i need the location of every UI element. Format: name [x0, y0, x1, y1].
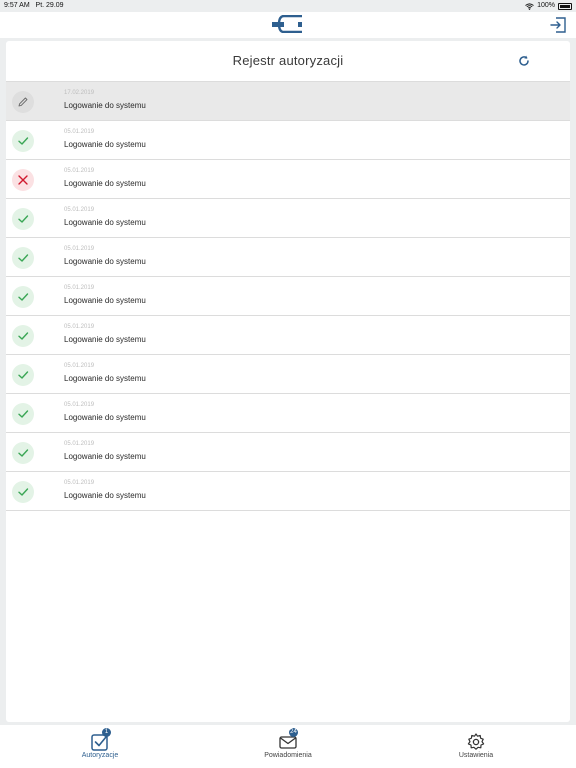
tab-ustawienia-label: Ustawienia	[458, 752, 494, 759]
item-date: 05.01.2019	[64, 246, 95, 252]
list-item[interactable]: 05.01.2019 Logowanie do systemu	[6, 160, 570, 199]
logout-icon[interactable]	[549, 16, 567, 34]
item-date: 05.01.2019	[64, 285, 95, 291]
tab-autoryzacje-label: Autoryzacje	[81, 752, 119, 759]
item-title: Logowanie do systemu	[64, 452, 146, 461]
check-icon	[12, 481, 34, 503]
item-title: Logowanie do systemu	[64, 296, 146, 305]
item-title: Logowanie do systemu	[64, 335, 146, 344]
check-icon	[12, 130, 34, 152]
list-item[interactable]: 05.01.2019 Logowanie do systemu	[6, 238, 570, 277]
pencil-icon	[12, 91, 34, 113]
item-date: 05.01.2019	[64, 207, 95, 213]
list-item[interactable]: 05.01.2019 Logowanie do systemu	[6, 355, 570, 394]
check-icon	[12, 364, 34, 386]
item-title: Logowanie do systemu	[64, 374, 146, 383]
item-date: 17.02.2019	[64, 90, 95, 96]
check-icon	[12, 325, 34, 347]
check-icon	[12, 403, 34, 425]
tab-powiadomienia-label: Powiadomienia	[264, 752, 312, 759]
item-title: Logowanie do systemu	[64, 491, 146, 500]
status-date: Pt. 29.09	[35, 2, 64, 9]
status-time-date: 9:57 AM Pt. 29.09	[4, 0, 64, 12]
list-item[interactable]: 05.01.2019 Logowanie do systemu	[6, 277, 570, 316]
list-item[interactable]: 05.01.2019 Logowanie do systemu	[6, 433, 570, 472]
item-date: 05.01.2019	[64, 402, 95, 408]
item-date: 05.01.2019	[64, 168, 95, 174]
list-item[interactable]: 05.01.2019 Logowanie do systemu	[6, 394, 570, 433]
wifi-icon	[525, 2, 534, 10]
item-date: 05.01.2019	[64, 129, 95, 135]
cross-icon	[12, 169, 34, 191]
tab-powiadomienia[interactable]: 24 Powiadomienia	[228, 725, 348, 768]
tab-autoryzacje[interactable]: 1 Autoryzacje	[40, 725, 160, 768]
list-item[interactable]: 05.01.2019 Logowanie do systemu	[6, 316, 570, 355]
list-item[interactable]: 05.01.2019 Logowanie do systemu	[6, 199, 570, 238]
status-bar: 9:57 AM Pt. 29.09 100%	[0, 0, 576, 12]
gear-icon	[467, 733, 485, 750]
check-icon	[12, 208, 34, 230]
page-title: Rejestr autoryzacji	[232, 53, 344, 68]
bottom-tab-bar: 1 Autoryzacje 24 Powiadomienia Ustawieni…	[0, 725, 576, 768]
item-date: 05.01.2019	[64, 363, 95, 369]
list-item[interactable]: 05.01.2019 Logowanie do systemu	[6, 121, 570, 160]
item-title: Logowanie do systemu	[64, 257, 146, 266]
top-nav-bar	[0, 12, 576, 38]
item-date: 05.01.2019	[64, 324, 95, 330]
tab-ustawienia[interactable]: Ustawienia	[416, 725, 536, 768]
list-item[interactable]: 05.01.2019 Logowanie do systemu	[6, 472, 570, 511]
status-indicators: 100%	[525, 0, 572, 12]
item-title: Logowanie do systemu	[64, 413, 146, 422]
item-date: 05.01.2019	[64, 441, 95, 447]
battery-icon	[558, 2, 572, 10]
check-icon	[12, 286, 34, 308]
item-date: 05.01.2019	[64, 480, 95, 486]
item-title: Logowanie do systemu	[64, 101, 146, 110]
card-header: Rejestr autoryzacji	[6, 41, 570, 82]
item-title: Logowanie do systemu	[64, 179, 146, 188]
item-title: Logowanie do systemu	[64, 140, 146, 149]
check-icon	[12, 442, 34, 464]
item-title: Logowanie do systemu	[64, 218, 146, 227]
list-item[interactable]: 17.02.2019 Logowanie do systemu	[6, 82, 570, 121]
authorization-list: 17.02.2019 Logowanie do systemu 05.01.2019…	[6, 82, 570, 511]
tab-powiadomienia-badge: 24	[289, 728, 298, 737]
status-time: 9:57 AM	[4, 2, 30, 9]
battery-percent: 100%	[537, 2, 555, 9]
tab-autoryzacje-badge: 1	[102, 728, 111, 737]
bank-logo-icon	[272, 15, 302, 33]
refresh-icon[interactable]	[518, 55, 530, 67]
check-icon	[12, 247, 34, 269]
authorization-register-card: Rejestr autoryzacji 17.02.2019 Logowanie …	[6, 41, 570, 722]
